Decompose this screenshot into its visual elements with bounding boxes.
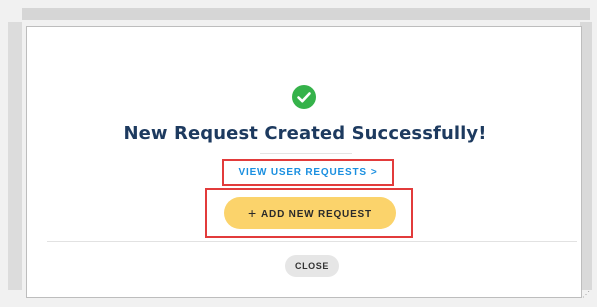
resize-grip-icon[interactable]: ⋰	[582, 291, 590, 299]
title-divider	[260, 153, 352, 154]
modal-shadow-left	[8, 22, 22, 290]
check-circle-icon	[292, 85, 316, 109]
success-modal: New Request Created Successfully! VIEW U…	[26, 26, 582, 298]
footer-divider	[47, 241, 577, 242]
modal-title: New Request Created Successfully!	[123, 123, 487, 144]
add-new-request-button[interactable]: + ADD NEW REQUEST	[224, 197, 396, 229]
view-user-requests-label: VIEW USER REQUESTS	[238, 167, 367, 178]
chevron-right-icon: >	[370, 167, 378, 178]
close-button[interactable]: CLOSE	[285, 255, 339, 277]
add-new-request-label: ADD NEW REQUEST	[261, 209, 372, 220]
modal-shadow-top	[22, 8, 590, 20]
plus-icon: +	[248, 205, 258, 221]
view-user-requests-link[interactable]: VIEW USER REQUESTS >	[222, 159, 394, 186]
